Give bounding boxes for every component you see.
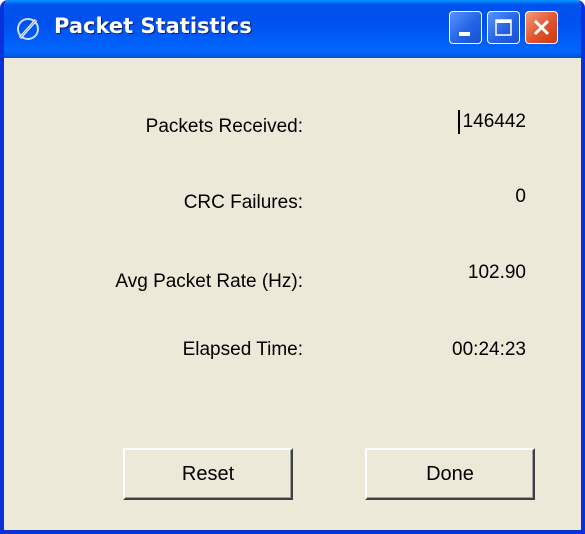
reset-button[interactable]: Reset: [123, 448, 293, 500]
text-cursor: [458, 110, 460, 134]
packets-received-value: 146442: [462, 111, 526, 132]
close-button[interactable]: [525, 11, 558, 44]
maximize-button[interactable]: [487, 11, 520, 44]
title-bar[interactable]: Packet Statistics: [4, 0, 581, 58]
elapsed-time-value: 00:24:23: [452, 339, 526, 360]
avg-packet-rate-value: 102.90: [467, 262, 526, 283]
done-button[interactable]: Done: [365, 448, 535, 500]
minimize-icon: [459, 32, 470, 36]
app-icon: [14, 15, 42, 43]
avg-packet-rate-label: Avg Packet Rate (Hz):: [115, 271, 303, 292]
crc-failures-value: 0: [515, 186, 526, 207]
close-icon: [533, 19, 550, 36]
packet-statistics-window: Packet Statistics Packets Received: 1464…: [0, 0, 585, 534]
reset-button-label: Reset: [181, 462, 235, 485]
crc-failures-label: CRC Failures:: [183, 192, 303, 213]
done-button-label: Done: [426, 462, 474, 485]
minimize-button[interactable]: [449, 11, 482, 44]
maximize-icon: [495, 19, 512, 36]
window-title: Packet Statistics: [54, 14, 252, 38]
packets-received-label: Packets Received:: [145, 116, 303, 137]
elapsed-time-label: Elapsed Time:: [182, 339, 303, 360]
